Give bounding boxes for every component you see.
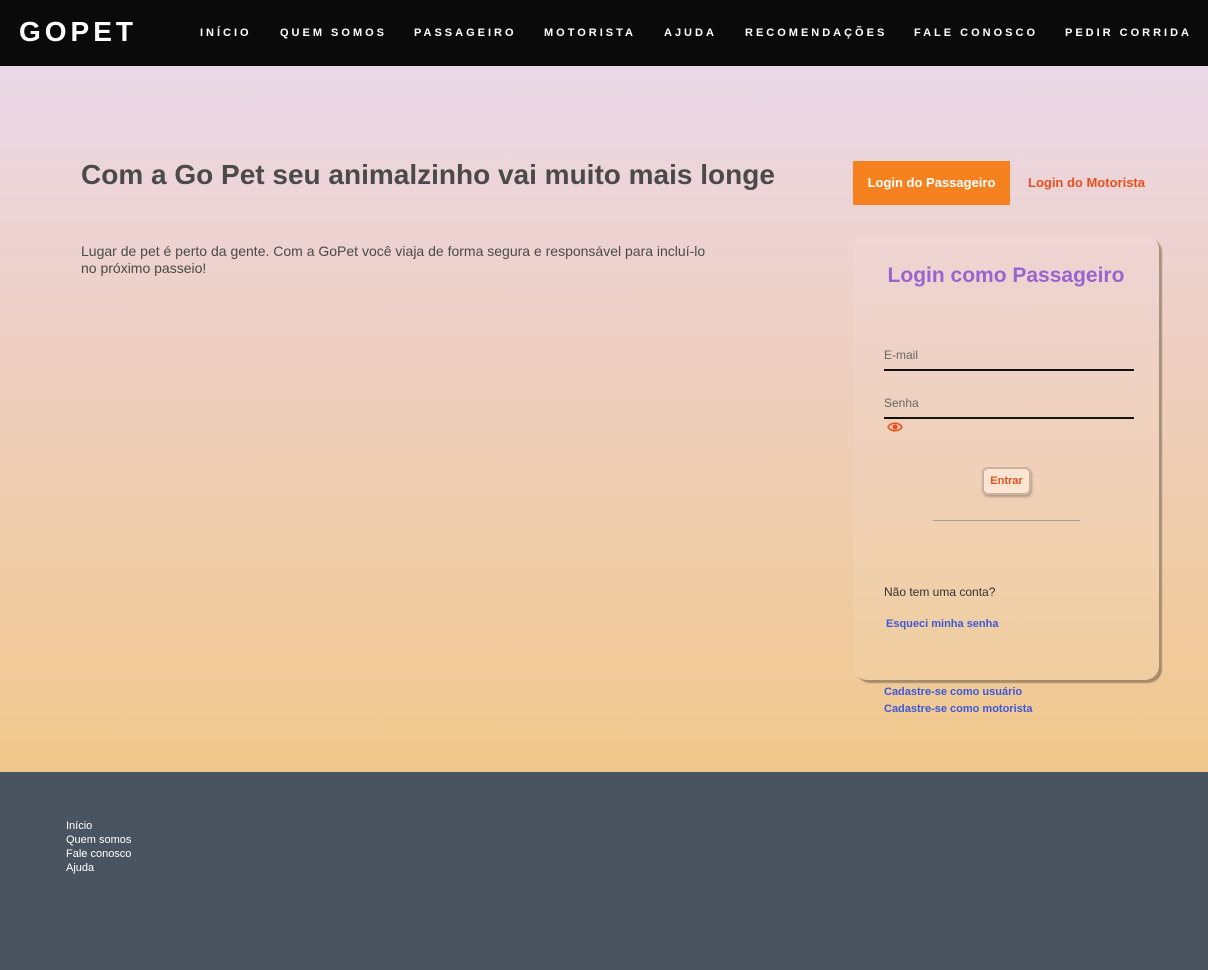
footer-link-inicio[interactable]: Início	[66, 819, 131, 833]
footer-link-fale-conosco[interactable]: Fale conosco	[66, 847, 131, 861]
brand-logo[interactable]: GOPET	[19, 15, 137, 49]
hero-title: Com a Go Pet seu animalzinho vai muito m…	[81, 159, 775, 190]
nav-item-ajuda[interactable]: AJUDA	[664, 26, 717, 40]
nav-item-quem-somos[interactable]: QUEM SOMOS	[280, 26, 387, 40]
footer-link-quem-somos[interactable]: Quem somos	[66, 833, 131, 847]
signup-driver-link[interactable]: Cadastre-se como motorista	[884, 702, 1033, 716]
divider	[933, 520, 1080, 521]
tab-login-passageiro[interactable]: Login do Passageiro	[853, 161, 1010, 205]
login-card: Login como Passageiro Entrar Esqueci min…	[853, 235, 1159, 715]
footer-link-ajuda[interactable]: Ajuda	[66, 861, 131, 875]
hero-section: Com a Go Pet seu animalzinho vai muito m…	[0, 66, 1208, 772]
eye-icon[interactable]	[887, 421, 903, 433]
nav-item-motorista[interactable]: MOTORISTA	[544, 26, 636, 40]
nav-item-recomendacoes[interactable]: RECOMENDAÇÕES	[745, 26, 887, 40]
nav-item-fale-conosco[interactable]: FALE CONOSCO	[914, 26, 1038, 40]
tab-login-motorista[interactable]: Login do Motorista	[1010, 161, 1163, 205]
footer: Início Quem somos Fale conosco Ajuda	[0, 772, 1208, 970]
top-navbar: GOPET INÍCIO QUEM SOMOS PASSAGEIRO MOTOR…	[0, 0, 1208, 66]
footer-nav: Início Quem somos Fale conosco Ajuda	[66, 819, 131, 875]
nav-item-inicio[interactable]: INÍCIO	[200, 26, 252, 40]
hero-description: Lugar de pet é perto da gente. Com a GoP…	[81, 243, 706, 276]
no-account-text: Não tem uma conta?	[884, 585, 996, 599]
nav-item-passageiro[interactable]: PASSAGEIRO	[414, 26, 517, 40]
email-field[interactable]	[884, 341, 1134, 371]
signup-user-link[interactable]: Cadastre-se como usuário	[884, 685, 1022, 699]
forgot-password-link[interactable]: Esqueci minha senha	[886, 617, 998, 631]
login-title: Login como Passageiro	[887, 264, 1125, 287]
entrar-button[interactable]: Entrar	[982, 467, 1031, 495]
password-field[interactable]	[884, 389, 1134, 419]
nav-item-pedir-corrida[interactable]: PEDIR CORRIDA	[1065, 26, 1192, 40]
